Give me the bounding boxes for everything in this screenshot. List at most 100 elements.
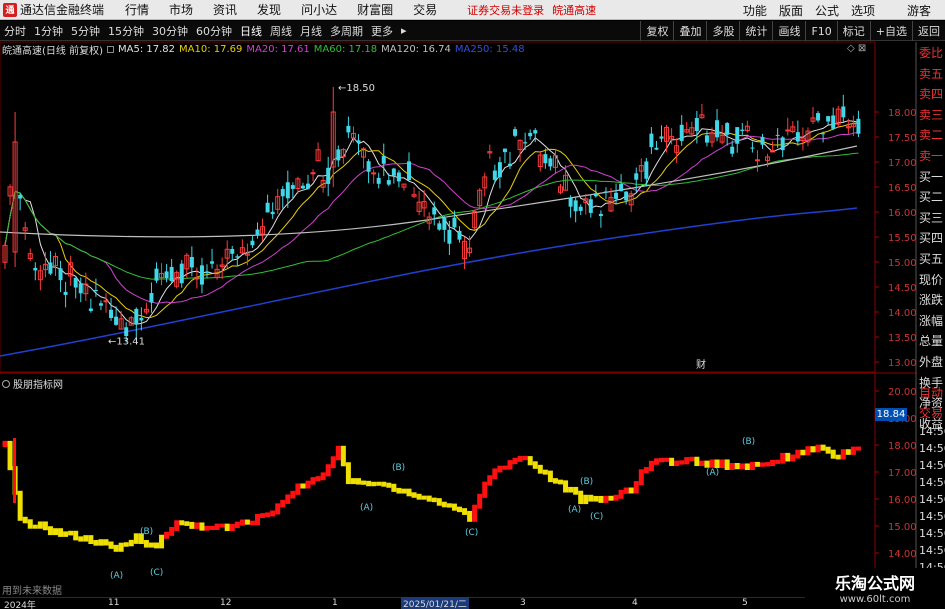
- indicator-bar: [588, 494, 594, 502]
- indicator-bar: [754, 461, 760, 467]
- wave-mark-label: (B): [392, 463, 405, 473]
- price-tick-label: 15.00: [888, 258, 917, 269]
- side-item[interactable]: 买五: [917, 249, 945, 270]
- side-item[interactable]: 总量: [917, 331, 945, 352]
- candle-body: [578, 206, 583, 211]
- candle-body: [114, 316, 119, 325]
- indicator-bar: [729, 463, 735, 470]
- trade-side-item[interactable]: 自动: [917, 383, 945, 403]
- trade-time: 14:56: [919, 493, 945, 506]
- candle-body: [386, 180, 391, 185]
- candle-body: [715, 120, 720, 138]
- candle-body: [280, 189, 285, 197]
- indicator-bar: [568, 486, 574, 493]
- candle-body: [644, 161, 649, 179]
- side-item[interactable]: 现价: [917, 270, 945, 291]
- side-item[interactable]: 涨幅: [917, 311, 945, 332]
- candle-body: [533, 130, 538, 134]
- candle-body: [88, 308, 93, 312]
- watermark: 乐淘公式网 www.60lt.com: [805, 568, 945, 609]
- trade-time: 14:56: [919, 476, 945, 489]
- indicator-bar: [603, 495, 609, 503]
- indicator-bar: [633, 481, 639, 494]
- indicator-bar: [441, 501, 447, 508]
- indicator-bar: [103, 539, 109, 546]
- indicator-bar: [835, 454, 841, 460]
- candle-body: [437, 223, 442, 230]
- side-item[interactable]: 委比: [917, 43, 945, 64]
- side-item[interactable]: 买二: [917, 187, 945, 208]
- candle-body: [821, 133, 826, 135]
- indicator-bar: [401, 488, 407, 494]
- indicator-bar: [613, 494, 619, 501]
- indicator-title: 股朋指标网: [2, 376, 63, 391]
- candle-body: [492, 170, 497, 180]
- side-item[interactable]: 卖三: [917, 105, 945, 126]
- indicator-bar: [108, 541, 114, 549]
- date-tick: 4: [632, 598, 638, 608]
- side-item[interactable]: 外盘: [917, 352, 945, 373]
- side-item[interactable]: 卖四: [917, 84, 945, 105]
- indicator-settings-icon[interactable]: [2, 379, 10, 388]
- indicator-bar: [537, 464, 543, 474]
- trade-time: 14:56: [919, 510, 945, 523]
- candle-body: [48, 262, 53, 274]
- candle-body: [346, 125, 351, 133]
- candle-body: [407, 161, 411, 181]
- side-item[interactable]: 涨跌: [917, 290, 945, 311]
- candle-body: [694, 118, 699, 132]
- indicator-bar: [42, 521, 48, 531]
- candle-body: [366, 161, 371, 172]
- indicator-bar: [638, 469, 644, 486]
- candle-body: [740, 129, 745, 131]
- candle-body: [497, 162, 502, 178]
- indicator-bar: [800, 449, 806, 456]
- indicator-bar: [255, 514, 260, 526]
- indicator-bar: [118, 542, 124, 552]
- candle-body: [210, 261, 215, 264]
- indicator-bar: [58, 528, 64, 537]
- side-item[interactable]: 买四: [917, 228, 945, 249]
- candle-body: [124, 327, 129, 336]
- indicator-bar: [391, 483, 397, 492]
- indicator-bar: [497, 465, 503, 473]
- kline-chart[interactable]: 18.00 17.50 17.00 16.50 16.00 15.50 15.00 14.50…: [0, 0, 945, 609]
- candle-body: [230, 248, 235, 254]
- price-tick-label: 14.50: [888, 283, 917, 294]
- price-tick-label: 16.00: [888, 208, 917, 219]
- indicator-bar: [527, 456, 533, 466]
- candle-body: [98, 303, 103, 306]
- indicator-bar: [300, 483, 306, 489]
- ind-tick-label: 14.00: [888, 549, 917, 560]
- indicator-bar: [53, 528, 58, 536]
- indicator-bar: [214, 523, 220, 530]
- side-item[interactable]: 卖五: [917, 64, 945, 85]
- side-item[interactable]: 买一: [917, 167, 945, 188]
- indicator-bar: [330, 456, 336, 469]
- side-item[interactable]: 卖二: [917, 125, 945, 146]
- side-item[interactable]: 卖一: [917, 146, 945, 167]
- candle-body: [306, 183, 310, 189]
- candle-body: [250, 240, 255, 246]
- indicator-bar: [17, 490, 23, 521]
- watermark-name: 乐淘公式网: [834, 574, 915, 593]
- indicator-bar: [290, 490, 296, 499]
- indicator-bar: [578, 490, 584, 505]
- candle-body: [391, 168, 396, 176]
- indicator-bar: [280, 499, 286, 508]
- side-item[interactable]: 买三: [917, 208, 945, 229]
- indicator-bar: [815, 444, 821, 453]
- indicator-bar: [451, 503, 457, 511]
- indicator-bar: [224, 523, 230, 532]
- indicator-bar: [310, 477, 316, 485]
- indicator-bar: [805, 446, 811, 456]
- date-tick: 5: [742, 598, 748, 608]
- trade-side-item[interactable]: 交易: [917, 403, 945, 423]
- candle-body: [356, 140, 361, 143]
- indicator-bar: [361, 480, 367, 485]
- candle-body: [109, 309, 114, 318]
- indicator-bar: [462, 508, 468, 515]
- trade-side-panel: 自动交易 14:56 14:56 14:56 14:56 14:56 14:56 14:56 1…: [917, 383, 945, 576]
- indicator-bar: [270, 510, 276, 517]
- candle-body: [179, 263, 184, 284]
